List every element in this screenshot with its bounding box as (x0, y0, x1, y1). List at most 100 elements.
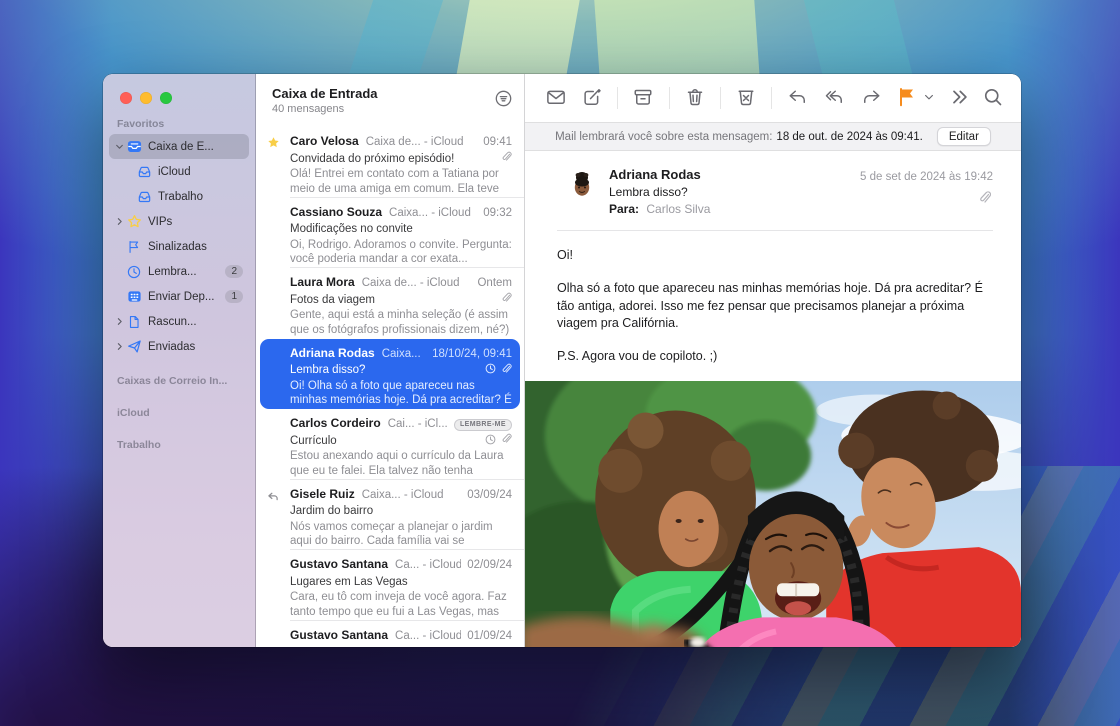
inbox-icon (125, 139, 143, 154)
sendlater-icon (125, 289, 143, 304)
toolbar-separator (617, 87, 618, 109)
sidebar-item-trabalho-inbox[interactable]: Trabalho (109, 184, 249, 209)
sidebar-item-sent[interactable]: Enviadas (109, 334, 249, 359)
message-datetime: 5 de set de 2024 às 19:42 (860, 171, 993, 183)
row-mailbox: Caixa... - iCloud (362, 489, 444, 501)
sidebar-item-remind[interactable]: Lembra...2 (109, 259, 249, 284)
get-mail-button[interactable] (545, 87, 567, 110)
flag-button[interactable] (897, 87, 935, 110)
row-subject: Fotos da viagem (290, 294, 375, 306)
row-mailbox: Ca... - iCloud (395, 630, 461, 642)
edit-reminder-button[interactable]: Editar (937, 127, 991, 146)
sidebar-item-label: Sinalizadas (148, 241, 207, 253)
sidebar-item-label: iCloud (158, 166, 191, 178)
message-row-gustavo-santana[interactable]: Gustavo Santana Ca... - iCloud02/09/24 L… (256, 550, 524, 621)
unread-badge: 1 (225, 290, 243, 303)
sidebar-item-send-later[interactable]: Enviar Dep...1 (109, 284, 249, 309)
row-mailbox: Caixa de... - iCloud (362, 277, 460, 289)
search-button[interactable] (983, 87, 1003, 110)
message-view-pane: Mail lembrará você sobre esta mensagem: … (525, 74, 1021, 647)
row-subject: Modificações no convite (290, 223, 413, 235)
star-icon (125, 214, 143, 229)
clock-icon (125, 265, 143, 279)
attachment-paperclip-icon (501, 363, 512, 378)
filter-icon[interactable] (495, 90, 512, 127)
flag-icon (125, 240, 143, 254)
tray-icon (135, 189, 153, 204)
row-sender: Gustavo Santana (290, 628, 388, 642)
starred-icon[interactable] (267, 136, 280, 152)
row-mailbox: Caixa de... - iCloud (366, 136, 464, 148)
message-row-carlos-cordeiro[interactable]: Carlos Cordeiro Cai... - iCl...LEMBRE-ME… (256, 409, 524, 480)
row-preview: Oi! Olha só a foto que apareceu nas minh… (290, 379, 512, 408)
message-row-gisele-ruiz[interactable]: Gisele Ruiz Caixa... - iCloud03/09/24 Ja… (256, 480, 524, 551)
sidebar-item-inbox[interactable]: Caixa de E... (109, 134, 249, 159)
forward-button[interactable] (861, 87, 883, 110)
row-time: 18/10/24, 09:41 (426, 348, 512, 360)
reply-all-button[interactable] (822, 87, 846, 110)
row-preview: Gente, aqui está a minha seleção (é assi… (290, 308, 512, 337)
sidebar-item-label: VIPs (148, 216, 172, 228)
delete-icon (684, 87, 706, 110)
message-row-laura-mora[interactable]: Laura Mora Caixa de... - iCloudOntem Fot… (256, 268, 524, 339)
sidebar-item-vips[interactable]: VIPs (109, 209, 249, 234)
message-row-adriana-rodas[interactable]: Adriana Rodas Caixa...18/10/24, 09:41 Le… (260, 339, 520, 410)
more-toolbar-items-button[interactable] (949, 87, 969, 110)
reply-button[interactable] (786, 87, 808, 110)
sidebar-item-drafts[interactable]: Rascun... (109, 309, 249, 334)
sidebar-item-icloud-inbox[interactable]: iCloud (109, 159, 249, 184)
row-subject: Convidada do próximo episódio! (290, 153, 454, 165)
row-sender: Adriana Rodas (290, 346, 375, 360)
archive-button[interactable] (632, 87, 654, 110)
compose-icon (581, 87, 603, 110)
zoom-window-button[interactable] (160, 92, 172, 104)
chevron-down-icon[interactable] (923, 91, 935, 106)
row-time: 01/09/24 (461, 630, 512, 642)
sidebar-item-label: Enviadas (148, 341, 195, 353)
sidebar-section-caixas-de-correio-in: Caixas de Correio In... (103, 375, 255, 391)
junk-button[interactable] (735, 87, 757, 110)
row-mailbox: Ca... - iCloud (395, 559, 461, 571)
row-time: 09:41 (477, 136, 512, 148)
toolbar-separator (771, 87, 772, 109)
sidebar-section-icloud: iCloud (103, 407, 255, 423)
message-body: Oi! Olha só a foto que apareceu nas minh… (525, 231, 1021, 381)
body-paragraph: Oi! (557, 247, 989, 265)
attachment-paperclip-icon (501, 151, 512, 166)
photo-attachment[interactable] (525, 381, 1021, 647)
chevron-right-icon[interactable] (113, 342, 125, 351)
row-time: Ontem (471, 277, 512, 289)
chevron-right-icon[interactable] (113, 317, 125, 326)
unread-badge: 2 (225, 265, 243, 278)
to-value[interactable]: Carlos Silva (646, 202, 710, 216)
reminder-banner: Mail lembrará você sobre esta mensagem: … (525, 122, 1021, 151)
sidebar-item-label: Rascun... (148, 316, 197, 328)
chevron-right-icon[interactable] (113, 217, 125, 226)
reminder-banner-datetime: 18 de out. de 2024 às 09:41. (776, 131, 922, 143)
row-mailbox: Caixa... - iCloud (389, 207, 471, 219)
search-icon (983, 87, 1003, 110)
message-row-gustavo-santana[interactable]: Gustavo Santana Ca... - iCloud01/09/24 (256, 621, 524, 648)
flag-icon (897, 87, 917, 110)
attachment-paperclip-icon[interactable] (979, 191, 991, 207)
message-recipient: Para: Carlos Silva (609, 202, 993, 216)
chevron-down-icon[interactable] (113, 142, 125, 151)
sent-icon (125, 339, 143, 354)
row-sender: Gisele Ruiz (290, 487, 355, 501)
row-preview: Oi, Rodrigo. Adoramos o convite. Pergunt… (290, 238, 512, 267)
mailbox-message-count: 40 mensagens (272, 103, 378, 115)
minimize-window-button[interactable] (140, 92, 152, 104)
close-window-button[interactable] (120, 92, 132, 104)
row-sender: Cassiano Souza (290, 205, 382, 219)
row-time: 03/09/24 (461, 489, 512, 501)
row-time: 09:32 (477, 207, 512, 219)
sidebar-item-flagged[interactable]: Sinalizadas (109, 234, 249, 259)
message-row-cassiano-souza[interactable]: Cassiano Souza Caixa... - iCloud 09:32 Mo… (256, 198, 524, 269)
attachment-paperclip-icon (501, 433, 512, 448)
remind-me-badge: LEMBRE-ME (454, 419, 512, 431)
row-time: 02/09/24 (461, 559, 512, 571)
delete-button[interactable] (684, 87, 706, 110)
draft-icon (125, 315, 143, 329)
message-row-caro-velosa[interactable]: Caro Velosa Caixa de... - iCloud09:41 Co… (256, 127, 524, 198)
compose-button[interactable] (581, 87, 603, 110)
